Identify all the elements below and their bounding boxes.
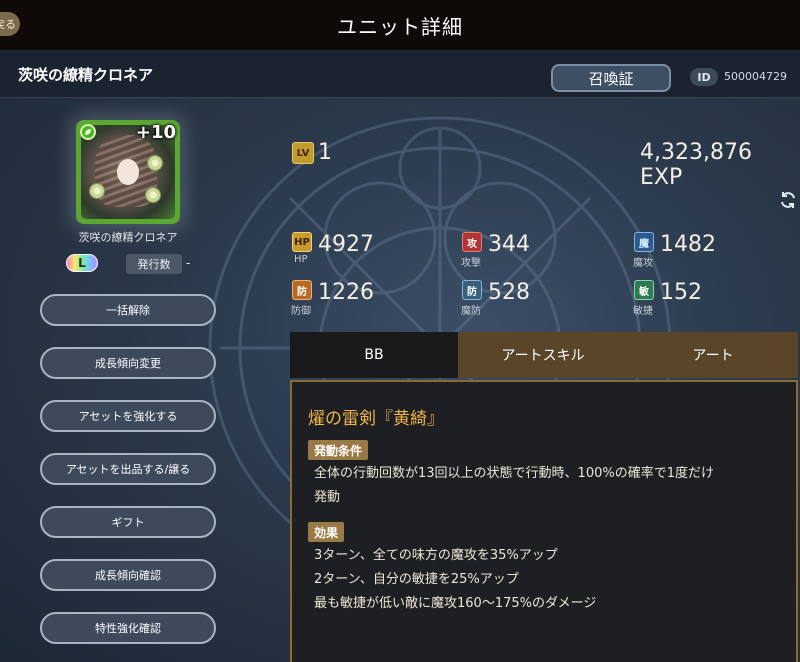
id-value: 500004729 [724, 70, 787, 83]
plus-level-badge: +10 [135, 122, 176, 143]
flower-decoration [147, 155, 163, 171]
attack-label: 攻撃 [461, 258, 481, 269]
hp-label: HP [294, 254, 308, 265]
check-growth-button[interactable]: 成長傾向確認 [40, 559, 216, 591]
tab-bb[interactable]: BB [290, 332, 458, 378]
hp-icon: HP [292, 232, 312, 252]
portrait-face [117, 159, 139, 185]
unit-name-bar: 茨咲の繚精クロネア [0, 52, 800, 98]
level-icon: LV [292, 142, 314, 164]
defense-value: 1226 [318, 280, 374, 305]
rarity-badge: L [66, 254, 98, 272]
magic-defense-icon: 防 [462, 280, 482, 300]
effect-line: 3ターン、全ての味方の魔攻を35%アップ [314, 548, 558, 563]
magic-defense-label: 魔防 [461, 306, 481, 317]
agility-icon: 敏 [634, 280, 654, 300]
unit-name: 茨咲の繚精クロネア [18, 66, 154, 84]
condition-line: 発動 [314, 490, 341, 505]
agility-label: 敏捷 [633, 306, 653, 317]
release-all-button[interactable]: 一括解除 [40, 294, 216, 326]
issue-count-value: - [186, 256, 191, 270]
magic-defense-value: 528 [488, 280, 530, 305]
skill-name: 燿の雷剣『黄綺』 [308, 409, 444, 429]
summon-certificate-button[interactable]: 召喚証 [551, 64, 671, 92]
sell-asset-button[interactable]: アセットを出品する/譲る [40, 453, 216, 485]
back-button[interactable]: 戻る [0, 12, 20, 36]
attack-icon: 攻 [462, 232, 482, 252]
portrait-caption: 茨咲の繚精クロネア [78, 231, 178, 244]
exp-value: 4,323,876 EXP [640, 140, 752, 190]
agility-value: 152 [660, 280, 702, 305]
change-growth-button[interactable]: 成長傾向変更 [40, 347, 216, 379]
magic-attack-icon: 魔 [634, 232, 654, 252]
defense-icon: 防 [292, 280, 312, 300]
magic-attack-label: 魔攻 [633, 258, 653, 269]
id-badge: ID [690, 68, 718, 86]
hp-value: 4927 [318, 232, 374, 257]
effect-tag: 効果 [308, 522, 345, 542]
level-value: 1 [318, 140, 332, 165]
gift-button[interactable]: ギフト [40, 506, 216, 538]
attack-value: 344 [488, 232, 530, 257]
tab-art-skill[interactable]: アートスキル [458, 332, 628, 378]
defense-label: 防御 [291, 306, 311, 317]
condition-tag: 発動条件 [308, 440, 369, 460]
effect-line: 2ターン、自分の敏捷を25%アップ [314, 572, 519, 587]
top-bar: 戻る ユニット詳細 [0, 0, 800, 50]
effect-line: 最も敏捷が低い敵に魔攻160〜175%のダメージ [314, 596, 597, 611]
flower-decoration [89, 183, 105, 199]
issue-count-label: 発行数 [126, 254, 182, 274]
unit-portrait[interactable]: +10 [76, 120, 180, 224]
check-trait-button[interactable]: 特性強化確認 [40, 612, 216, 644]
page-title: ユニット詳細 [337, 14, 463, 39]
leaf-element-icon [80, 124, 96, 140]
refresh-icon[interactable] [778, 190, 798, 210]
skill-panel: 燿の雷剣『黄綺』 発動条件 全体の行動回数が13回以上の状態で行動時、100%の… [290, 380, 798, 662]
tab-art[interactable]: アート [628, 332, 798, 378]
flower-decoration [145, 187, 161, 203]
enhance-asset-button[interactable]: アセットを強化する [40, 400, 216, 432]
magic-attack-value: 1482 [660, 232, 716, 257]
condition-line: 全体の行動回数が13回以上の状態で行動時、100%の確率で1度だけ [314, 466, 714, 481]
